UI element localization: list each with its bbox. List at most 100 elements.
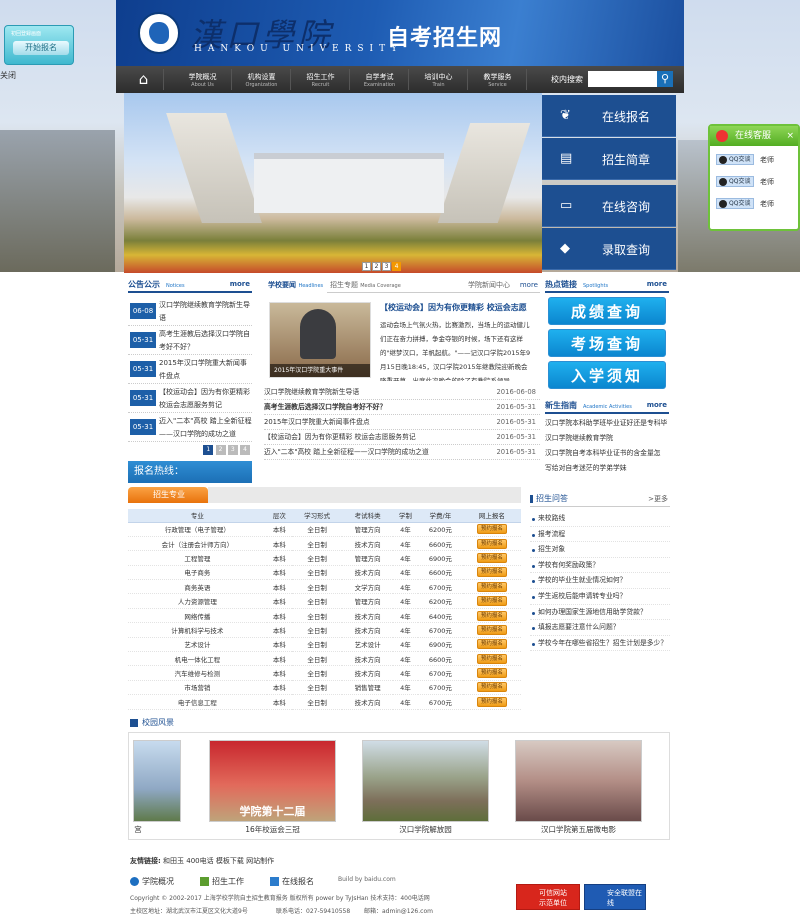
- cell-category: 管理方向: [342, 593, 393, 609]
- qq-chat-button[interactable]: QQ交谈: [716, 154, 754, 165]
- search-input[interactable]: [588, 71, 657, 87]
- faq-item[interactable]: 招生对象: [530, 542, 670, 558]
- majors-panel: 招生专业 专业 层次 学习形式 考试科类 学制 学费/年 网上报名 行政管理（电…: [128, 487, 521, 710]
- notice-item[interactable]: 05-31 2015年汉口学院重大新闻事件盘点: [128, 355, 252, 384]
- qq-chat-button[interactable]: QQ交谈: [716, 198, 754, 209]
- banner-page[interactable]: 2: [372, 262, 381, 271]
- start-apply-button[interactable]: 开始报名: [13, 41, 69, 55]
- qq-chat-button[interactable]: QQ交谈: [716, 176, 754, 187]
- news-item[interactable]: 迈入"二本"高校 踏上全新征程——汉口学院的成功之道 2016-05-31: [264, 445, 540, 460]
- table-row: 电子商务 本科 全日制 技术方向 4年 6600元 预约报名: [128, 565, 521, 581]
- apply-button[interactable]: 预约报名: [476, 653, 507, 664]
- more-link[interactable]: more: [647, 399, 667, 412]
- notice-page[interactable]: 3: [227, 445, 238, 455]
- guide-item[interactable]: 汉口学院继续教育学院: [545, 431, 669, 446]
- guide-item[interactable]: 汉口学院自考本科毕业证书的含金量怎: [545, 446, 669, 461]
- faq-item[interactable]: 学校的毕业生就业情况如何？: [530, 573, 670, 589]
- notice-page[interactable]: 2: [215, 445, 226, 455]
- nav-recruit[interactable]: 招生工作 Recruit: [292, 69, 350, 90]
- faq-item[interactable]: 学校有何奖励政策？: [530, 558, 670, 574]
- nav-examination[interactable]: 自学考试 Examination: [351, 69, 409, 90]
- apply-button[interactable]: 预约报名: [476, 581, 507, 592]
- faq-item[interactable]: 报考流程: [530, 527, 670, 543]
- campus-photo[interactable]: 学院第十二届: [209, 740, 336, 822]
- campus-photo[interactable]: [133, 740, 181, 822]
- news-item[interactable]: 汉口学院继续教育学院新生导语 2016-06-08: [264, 385, 540, 400]
- news-photo[interactable]: 2015年汉口学院重大事件: [269, 302, 371, 378]
- notice-item[interactable]: 05-31 【校运动会】因为有你更精彩 校运会志愿服务剪记: [128, 384, 252, 413]
- notice-item[interactable]: 05-31 高考生涯教后选择汉口学院自考好不好？: [128, 326, 252, 355]
- quick-brochure[interactable]: ▤ 招生简章: [542, 138, 676, 180]
- apply-button[interactable]: 预约报名: [476, 624, 507, 635]
- news-headline[interactable]: 【校运动会】因为有你更精彩 校运会志愿: [380, 302, 534, 313]
- exam-room-query-button[interactable]: 考场查询: [548, 329, 666, 357]
- score-query-button[interactable]: 成绩查询: [548, 297, 666, 325]
- notice-page[interactable]: 1: [203, 445, 214, 455]
- apply-button[interactable]: 预约报名: [476, 567, 507, 578]
- tab-majors[interactable]: 招生专业: [128, 487, 208, 503]
- notice-page[interactable]: 4: [240, 445, 250, 455]
- banner-page[interactable]: 1: [362, 262, 371, 271]
- close-icon[interactable]: ×: [786, 126, 794, 146]
- tab-media[interactable]: 招生专题 Media Coverage: [330, 278, 401, 293]
- search-icon[interactable]: ⚲: [657, 71, 673, 87]
- friend-links-items[interactable]: 和田玉 400电话 模板下载 网站制作: [163, 857, 274, 865]
- float-start-widget[interactable]: 初回登録画面 开始报名: [4, 25, 74, 65]
- campus-photo[interactable]: [515, 740, 642, 822]
- news-center-link[interactable]: 学院新闻中心: [468, 278, 510, 292]
- apply-button[interactable]: 预约报名: [476, 668, 507, 679]
- apply-button[interactable]: 预约报名: [476, 610, 507, 621]
- faq-item[interactable]: 填报志愿要注意什么问题？: [530, 620, 670, 636]
- apply-button[interactable]: 预约报名: [476, 538, 507, 549]
- news-item[interactable]: 高考生涯教后选择汉口学院自考好不好？ 2016-05-31: [264, 400, 540, 415]
- faq-item[interactable]: 学校今年在哪些省招生？招生计划是多少？: [530, 636, 670, 652]
- footer-link-recruit[interactable]: 招生工作: [212, 876, 244, 887]
- more-link[interactable]: more: [230, 278, 250, 291]
- nav-service[interactable]: 教学服务 Service: [469, 69, 527, 90]
- cell-major: 电子商务: [128, 565, 267, 581]
- news-item[interactable]: 【校运动会】因为有你更精彩 校运会志愿服务剪记 2016-05-31: [264, 430, 540, 445]
- cell-mode: 全日制: [291, 522, 343, 537]
- faq-item[interactable]: 来校路线: [530, 511, 670, 527]
- enrollment-notice-button[interactable]: 入学须知: [548, 361, 666, 389]
- notice-item[interactable]: 05-31 迈入"二本"高校 踏上全新征程——汉口学院的成功之道: [128, 413, 252, 442]
- campus-photo[interactable]: [362, 740, 489, 822]
- trusted-site-badge[interactable]: 可信网站 示范单位: [516, 884, 580, 910]
- more-link[interactable]: more: [520, 278, 538, 292]
- banner-page[interactable]: 3: [382, 262, 391, 271]
- apply-button[interactable]: 预约报名: [476, 682, 507, 693]
- security-badge[interactable]: 安全联盟在线: [584, 884, 646, 910]
- nav-about[interactable]: 学院概况 About Us: [174, 69, 232, 90]
- news-item[interactable]: 2015年汉口学院重大新闻事件盘点 2016-05-31: [264, 415, 540, 430]
- faq-item[interactable]: 学生返校后能申请转专业吗？: [530, 589, 670, 605]
- cell-fee: 6900元: [418, 637, 463, 653]
- tab-headlines[interactable]: 学校要闻 Headlines: [264, 278, 328, 293]
- footer-link-apply[interactable]: 在线报名: [282, 876, 314, 887]
- quick-online-apply[interactable]: ❦ 在线报名: [542, 95, 676, 137]
- guide-item[interactable]: 写给对自考迷茫的学弟学妹: [545, 461, 669, 476]
- home-icon[interactable]: ⌂: [124, 69, 164, 90]
- more-link[interactable]: >更多: [648, 491, 668, 507]
- notice-item[interactable]: 06-08 汉口学院继续教育学院新生导语: [128, 297, 252, 326]
- float-close-link[interactable]: 关闭: [0, 70, 16, 81]
- apply-button[interactable]: 预约报名: [476, 696, 507, 707]
- footer-link-about[interactable]: 学院概况: [142, 876, 174, 887]
- nav-train[interactable]: 培训中心 Train: [410, 69, 468, 90]
- banner-page-active[interactable]: 4: [392, 262, 401, 271]
- spotlight-panel: 热点链接 Spotlights more 成绩查询 考场查询 入学须知 新生指南 Ac…: [545, 278, 669, 476]
- more-link[interactable]: more: [647, 278, 667, 291]
- notice-text: 迈入"二本"高校 踏上全新征程——汉口学院的成功之道: [159, 417, 252, 438]
- cell-duration: 4年: [392, 593, 419, 609]
- apply-button[interactable]: 预约报名: [476, 524, 507, 535]
- apply-button[interactable]: 预约报名: [476, 552, 507, 563]
- quick-admission[interactable]: ◆ 录取查询: [542, 228, 676, 270]
- nav-organization[interactable]: 机构设置 Organization: [233, 69, 291, 90]
- build-text: Build by baidu.com: [338, 876, 396, 883]
- cell-mode: 全日制: [291, 622, 343, 638]
- apply-button[interactable]: 预约报名: [476, 596, 507, 607]
- apply-button[interactable]: 预约报名: [476, 639, 507, 650]
- guide-item[interactable]: 汉口学院本科助学班毕业证好还是专科毕: [545, 416, 669, 431]
- faq-item[interactable]: 如何办理国家生源地信用助学贷款？: [530, 605, 670, 621]
- table-row: 电子信息工程 本科 全日制 技术方向 4年 6700元 预约报名: [128, 694, 521, 710]
- quick-consult[interactable]: ▭ 在线咨询: [542, 185, 676, 227]
